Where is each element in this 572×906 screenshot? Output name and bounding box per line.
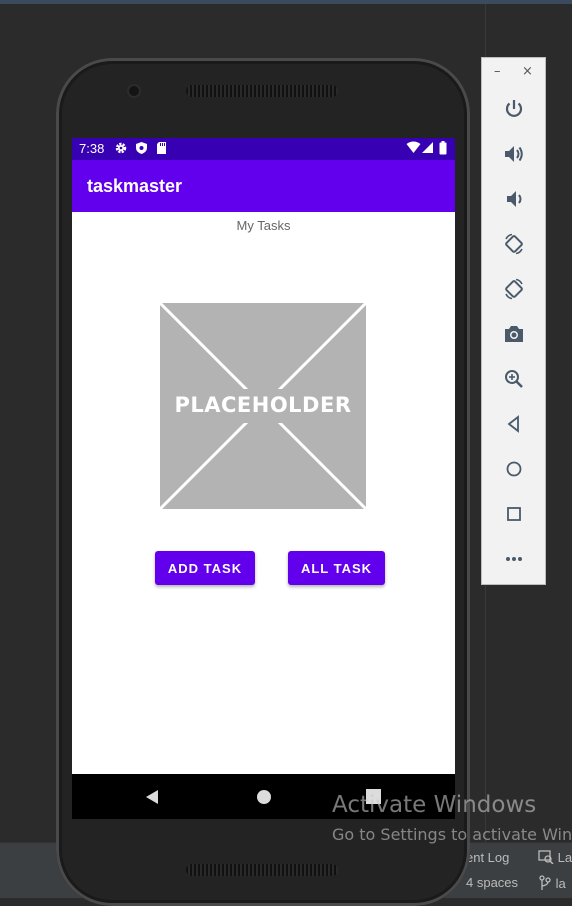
- emulator-minimize-button[interactable]: –: [494, 64, 501, 79]
- battery-icon: [439, 141, 447, 155]
- add-task-button[interactable]: ADD TASK: [155, 551, 255, 585]
- more-button[interactable]: [500, 545, 528, 573]
- volume-up-icon: [505, 146, 523, 162]
- emulator-close-button[interactable]: ×: [522, 64, 533, 79]
- rotate-left-icon: [505, 233, 523, 255]
- activate-windows-subtitle: Go to Settings to activate Wind: [332, 825, 572, 844]
- indent-setting[interactable]: 4 spaces: [466, 875, 518, 890]
- rotate-left-button[interactable]: [500, 230, 528, 258]
- shield-icon: [136, 142, 147, 154]
- sd-card-icon: [157, 142, 166, 154]
- back-icon: [507, 415, 519, 433]
- more-icon: [506, 557, 522, 561]
- zoom-button[interactable]: [500, 365, 528, 393]
- ide-title-strip: [0, 0, 572, 4]
- layout-inspector-label: La: [557, 850, 572, 865]
- activate-windows-title: Activate Windows: [332, 792, 537, 818]
- screenshot-icon: [505, 326, 523, 342]
- rotate-right-icon: [505, 278, 523, 300]
- android-status-bar: 7:38: [72, 138, 455, 160]
- page-title: My Tasks: [236, 218, 291, 233]
- front-camera: [129, 86, 139, 96]
- nav-back-icon[interactable]: [145, 789, 159, 805]
- status-time: 7:38: [79, 141, 105, 156]
- emulator-controls-panel: – ×: [481, 57, 546, 585]
- rotate-right-button[interactable]: [500, 275, 528, 303]
- cell-signal-icon: [422, 142, 433, 153]
- volume-up-button[interactable]: [500, 140, 528, 168]
- screenshot-button[interactable]: [500, 320, 528, 348]
- overview-icon: [507, 507, 521, 521]
- settings-gear-icon: [115, 142, 127, 154]
- placeholder-image: PLACEHOLDER: [158, 301, 368, 511]
- layout-inspector-tab[interactable]: La: [538, 850, 572, 865]
- app-title: taskmaster: [87, 176, 183, 196]
- git-branch-icon: [539, 875, 551, 890]
- git-branch-label: la: [555, 876, 566, 891]
- top-speaker: [186, 85, 338, 97]
- device-screen: 7:38 taskmaster My Tasks PLACEHOLDER ADD…: [72, 138, 455, 819]
- wifi-icon: [406, 141, 421, 153]
- git-branch-widget[interactable]: la: [538, 875, 566, 891]
- overview-button[interactable]: [500, 500, 528, 528]
- zoom-icon: [505, 370, 523, 388]
- placeholder-label: PLACEHOLDER: [174, 393, 352, 417]
- app-toolbar: taskmaster: [72, 160, 455, 212]
- all-task-button[interactable]: ALL TASK: [288, 551, 385, 585]
- bottom-speaker: [186, 864, 338, 876]
- back-button[interactable]: [500, 410, 528, 438]
- layout-inspector-icon: [538, 850, 554, 865]
- volume-down-button[interactable]: [500, 185, 528, 213]
- event-log-tab[interactable]: ent Log: [466, 850, 509, 865]
- nav-home-icon[interactable]: [256, 789, 272, 805]
- power-button[interactable]: [500, 95, 528, 123]
- home-icon: [506, 461, 522, 477]
- volume-down-icon: [507, 191, 522, 207]
- home-button[interactable]: [500, 455, 528, 483]
- power-icon: [505, 100, 523, 117]
